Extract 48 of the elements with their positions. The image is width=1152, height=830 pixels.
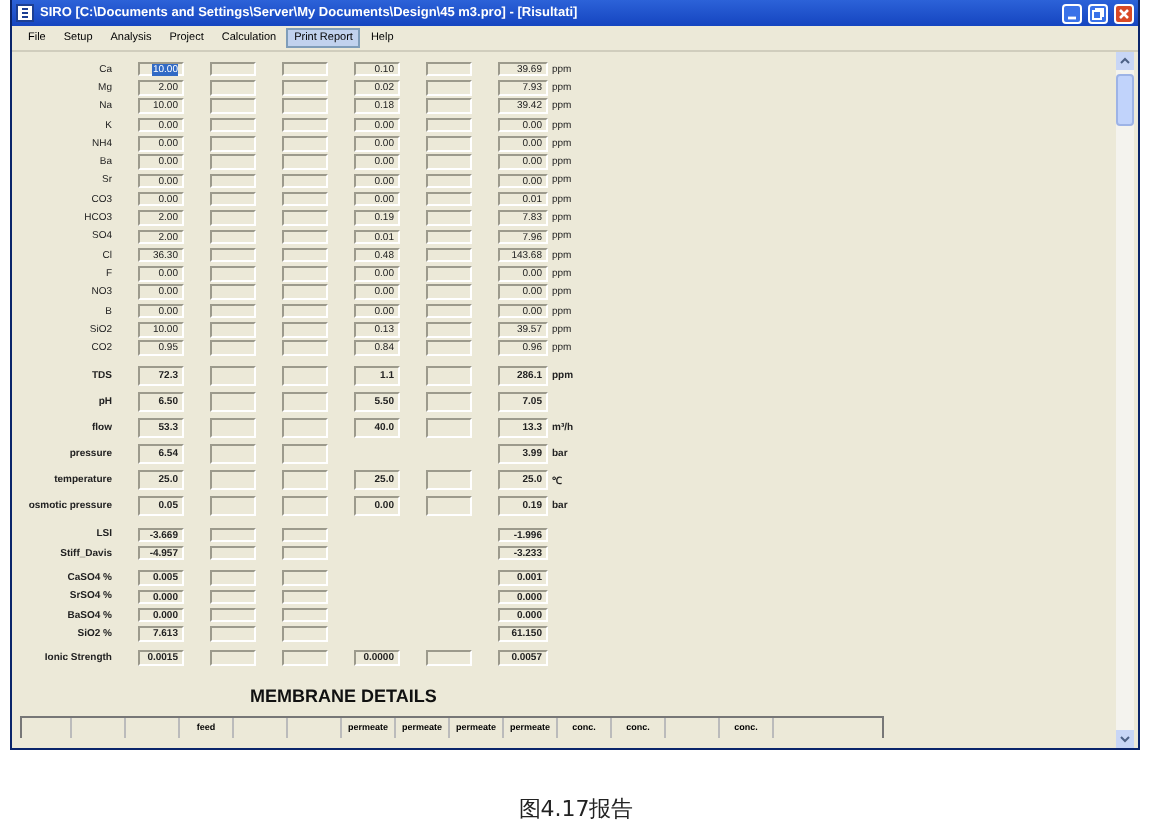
empty-field <box>426 61 472 77</box>
close-button[interactable] <box>1114 3 1134 23</box>
section-heading: MEMBRANE DETAILS <box>248 685 439 706</box>
figure-caption: 图4.17报告 <box>516 794 636 824</box>
empty-field <box>210 392 256 413</box>
empty-field <box>210 444 256 465</box>
empty-field <box>282 444 328 465</box>
empty-field <box>426 366 472 387</box>
empty-field <box>426 303 472 319</box>
empty-field <box>426 117 472 133</box>
empty-field <box>426 496 472 517</box>
empty-field <box>210 61 256 77</box>
empty-field <box>282 496 328 517</box>
empty-field <box>282 303 328 319</box>
empty-field <box>426 650 472 666</box>
scroll-up-icon[interactable] <box>1116 52 1134 70</box>
close-icon <box>1118 7 1130 19</box>
scrollbar-thumb[interactable] <box>1116 74 1134 126</box>
empty-field <box>282 366 328 387</box>
empty-field <box>282 117 328 133</box>
empty-field <box>210 210 256 226</box>
empty-field <box>426 470 472 491</box>
empty-field <box>210 626 256 642</box>
empty-field <box>282 392 328 413</box>
empty-field <box>210 117 256 133</box>
empty-field <box>282 418 328 439</box>
empty-field <box>210 570 256 586</box>
empty-field <box>282 650 328 666</box>
empty-field <box>210 650 256 666</box>
empty-field <box>210 418 256 439</box>
empty-field <box>282 61 328 77</box>
empty-field <box>426 392 472 413</box>
app-icon <box>16 4 34 22</box>
empty-field <box>426 210 472 226</box>
scroll-down-icon[interactable] <box>1116 730 1134 748</box>
empty-field <box>210 496 256 517</box>
scrollbar[interactable] <box>1116 52 1134 748</box>
empty-field <box>210 366 256 387</box>
restore-icon <box>1092 7 1104 19</box>
restore-button[interactable] <box>1088 3 1108 23</box>
minimize-button[interactable] <box>1062 3 1082 23</box>
empty-field <box>282 210 328 226</box>
empty-field <box>282 470 328 491</box>
empty-field <box>282 570 328 586</box>
empty-field <box>210 470 256 491</box>
empty-field <box>426 418 472 439</box>
empty-field <box>282 626 328 642</box>
empty-field <box>210 303 256 319</box>
